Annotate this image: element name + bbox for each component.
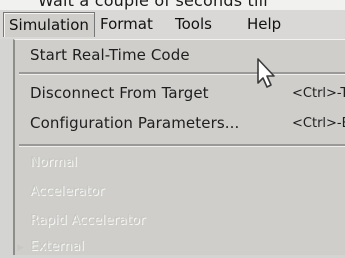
menu-format-label: Format bbox=[100, 15, 153, 33]
disconnect-shortcut: <Ctrl>-T bbox=[292, 86, 345, 101]
configuration-parameters-label: Configuration Parameters... bbox=[30, 114, 240, 132]
menu-separator bbox=[19, 144, 345, 147]
menu-bar: Simulation Format Tools Help bbox=[0, 10, 345, 39]
disconnect-from-target-item[interactable]: Disconnect From Target bbox=[30, 81, 209, 105]
mode-normal-item: Normal bbox=[30, 155, 78, 170]
mode-accelerator-item: Accelerator bbox=[30, 184, 105, 199]
configuration-shortcut: <Ctrl>-E bbox=[292, 116, 345, 131]
menu-format[interactable]: Format bbox=[100, 12, 153, 36]
background-window: Wait a couple of seconds till bbox=[0, 0, 345, 10]
mode-rapid-accelerator-item: Rapid Accelerator bbox=[30, 213, 146, 228]
configuration-parameters-item[interactable]: Configuration Parameters... bbox=[30, 111, 239, 135]
menu-tools-label: Tools bbox=[175, 15, 212, 33]
menu-separator bbox=[19, 72, 345, 75]
menu-tools[interactable]: Tools bbox=[175, 12, 212, 36]
simulation-dropdown-menu: Start Real-Time Code Disconnect From Tar… bbox=[13, 39, 345, 255]
menu-simulation[interactable]: Simulation bbox=[3, 12, 95, 37]
mode-external-item: External bbox=[30, 239, 84, 254]
menu-help[interactable]: Help bbox=[247, 12, 281, 36]
start-real-time-code-label: Start Real-Time Code bbox=[30, 46, 190, 64]
background-text: Wait a couple of seconds till bbox=[38, 0, 268, 10]
checkmark-icon: ▶ bbox=[17, 243, 24, 253]
menu-help-label: Help bbox=[247, 15, 282, 33]
mouse-cursor-icon bbox=[257, 58, 275, 88]
start-real-time-code-item[interactable]: Start Real-Time Code bbox=[30, 43, 190, 67]
menu-simulation-label: Simulation bbox=[9, 16, 89, 34]
disconnect-from-target-label: Disconnect From Target bbox=[30, 84, 209, 102]
